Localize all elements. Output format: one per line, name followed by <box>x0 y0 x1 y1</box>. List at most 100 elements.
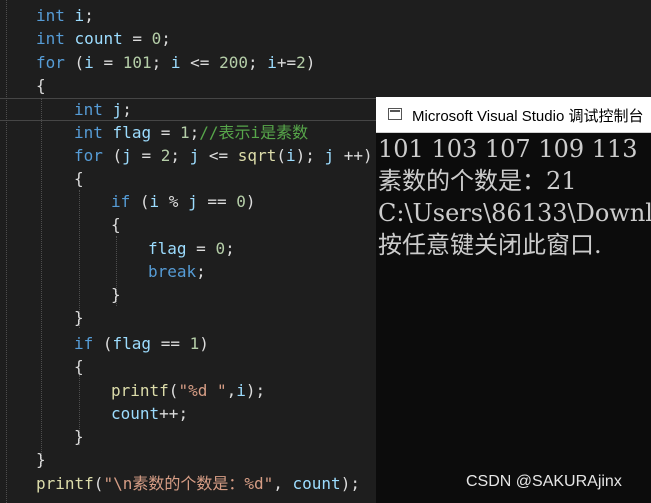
code-token: i <box>84 53 94 72</box>
code-token: = <box>93 53 123 72</box>
code-token: ( <box>93 474 104 493</box>
code-token: 0 <box>215 239 226 258</box>
code-token: j <box>188 192 198 211</box>
code-line[interactable]: if (flag == 1) <box>74 332 209 355</box>
editor-margin <box>0 0 24 503</box>
code-token: 2 <box>160 146 171 165</box>
code-token: = <box>122 29 152 48</box>
debug-console-window[interactable]: Microsoft Visual Studio 调试控制台 101 103 10… <box>376 97 651 503</box>
code-token: , <box>226 381 237 400</box>
code-token: ); <box>245 381 266 400</box>
code-token: ; <box>151 53 171 72</box>
code-line[interactable]: int flag = 1;//表示i是素数 <box>74 121 308 144</box>
code-token: ; <box>84 6 94 25</box>
code-token: ) <box>245 192 256 211</box>
code-token: 200 <box>219 53 248 72</box>
code-token: 101 <box>122 53 152 72</box>
code-token: break <box>148 262 197 281</box>
code-line[interactable]: for (i = 101; i <= 200; i+=2) <box>36 51 315 74</box>
code-token: == <box>197 192 237 211</box>
code-token: { <box>111 215 121 234</box>
code-line[interactable]: } <box>36 448 46 471</box>
code-token: { <box>36 76 46 95</box>
code-token: printf <box>36 474 94 493</box>
code-token: { <box>74 357 84 376</box>
code-token: <= <box>180 53 220 72</box>
console-output-line: 101 103 107 109 113 <box>378 135 638 163</box>
code-token: 2 <box>296 53 306 72</box>
code-line[interactable]: printf("%d ",i); <box>111 379 265 402</box>
code-token: <= <box>199 146 238 165</box>
code-token: 0 <box>236 192 246 211</box>
indent-guide <box>41 98 42 466</box>
code-token: j <box>189 146 200 165</box>
code-token: } <box>36 450 46 469</box>
code-token: int <box>36 6 65 25</box>
code-token: i <box>149 192 160 211</box>
code-line[interactable]: printf("\n素数的个数是：%d", count); <box>36 472 360 495</box>
console-output[interactable]: 101 103 107 109 113 素数的个数是：21 C:\Users\8… <box>376 133 651 503</box>
code-token: 0 <box>151 29 162 48</box>
code-token: i <box>170 53 181 72</box>
code-token: ( <box>93 334 113 353</box>
code-token: flag <box>148 239 187 258</box>
code-token: i <box>267 53 277 72</box>
code-token: ); <box>295 146 325 165</box>
code-line[interactable]: break; <box>148 260 206 283</box>
code-token: ( <box>168 381 179 400</box>
code-line[interactable]: int i; <box>36 4 94 27</box>
code-line[interactable]: } <box>74 425 84 448</box>
code-line[interactable]: flag = 0; <box>148 237 235 260</box>
code-token: { <box>74 169 84 188</box>
code-line[interactable]: if (i % j == 0) <box>111 190 256 213</box>
code-token: ++) <box>334 146 373 165</box>
code-token: j <box>122 146 132 165</box>
code-token: flag <box>112 123 152 142</box>
console-output-line: 素数的个数是：21 <box>378 167 577 195</box>
code-token: j <box>112 100 123 119</box>
code-token: ++; <box>159 404 189 423</box>
code-line[interactable]: { <box>36 74 46 97</box>
code-token: for <box>74 146 103 165</box>
code-token: if <box>111 192 131 211</box>
code-token: 1 <box>189 334 200 353</box>
code-line[interactable]: count++; <box>111 402 188 425</box>
code-token: int <box>74 100 103 119</box>
code-line[interactable]: int j; <box>74 98 132 121</box>
code-line[interactable]: int count = 0; <box>36 27 171 50</box>
code-line[interactable]: } <box>74 306 84 329</box>
code-token: } <box>74 308 84 327</box>
code-token: j <box>324 146 335 165</box>
code-token: == <box>151 334 190 353</box>
code-token: % <box>159 192 189 211</box>
code-token: flag <box>112 334 152 353</box>
console-output-line: C:\Users\86133\Downl <box>378 199 651 227</box>
code-token: count <box>292 474 341 493</box>
code-token: = <box>151 123 180 142</box>
code-token: ( <box>130 192 150 211</box>
code-token: ( <box>64 53 85 72</box>
code-line[interactable]: } <box>111 283 121 306</box>
console-window-icon <box>388 108 402 120</box>
code-token: ; <box>161 29 171 48</box>
code-token: ( <box>102 146 123 165</box>
code-token: ); <box>340 474 360 493</box>
code-line[interactable]: { <box>74 355 84 378</box>
code-token: int <box>74 123 103 142</box>
code-line[interactable]: { <box>74 167 84 190</box>
code-token: //表示i是素数 <box>199 123 309 142</box>
code-token: ; <box>196 262 206 281</box>
code-token: += <box>276 53 297 72</box>
code-token: = <box>186 239 216 258</box>
console-titlebar[interactable]: Microsoft Visual Studio 调试控制台 <box>376 97 651 133</box>
code-token: ; <box>247 53 268 72</box>
code-token: , <box>273 474 293 493</box>
code-token: ) <box>199 334 209 353</box>
code-line[interactable]: { <box>111 213 121 236</box>
code-token: ) <box>305 53 316 72</box>
code-line[interactable]: for (j = 2; j <= sqrt(i); j ++) <box>74 144 373 167</box>
code-token: "\n素数的个数是：%d" <box>103 474 274 493</box>
